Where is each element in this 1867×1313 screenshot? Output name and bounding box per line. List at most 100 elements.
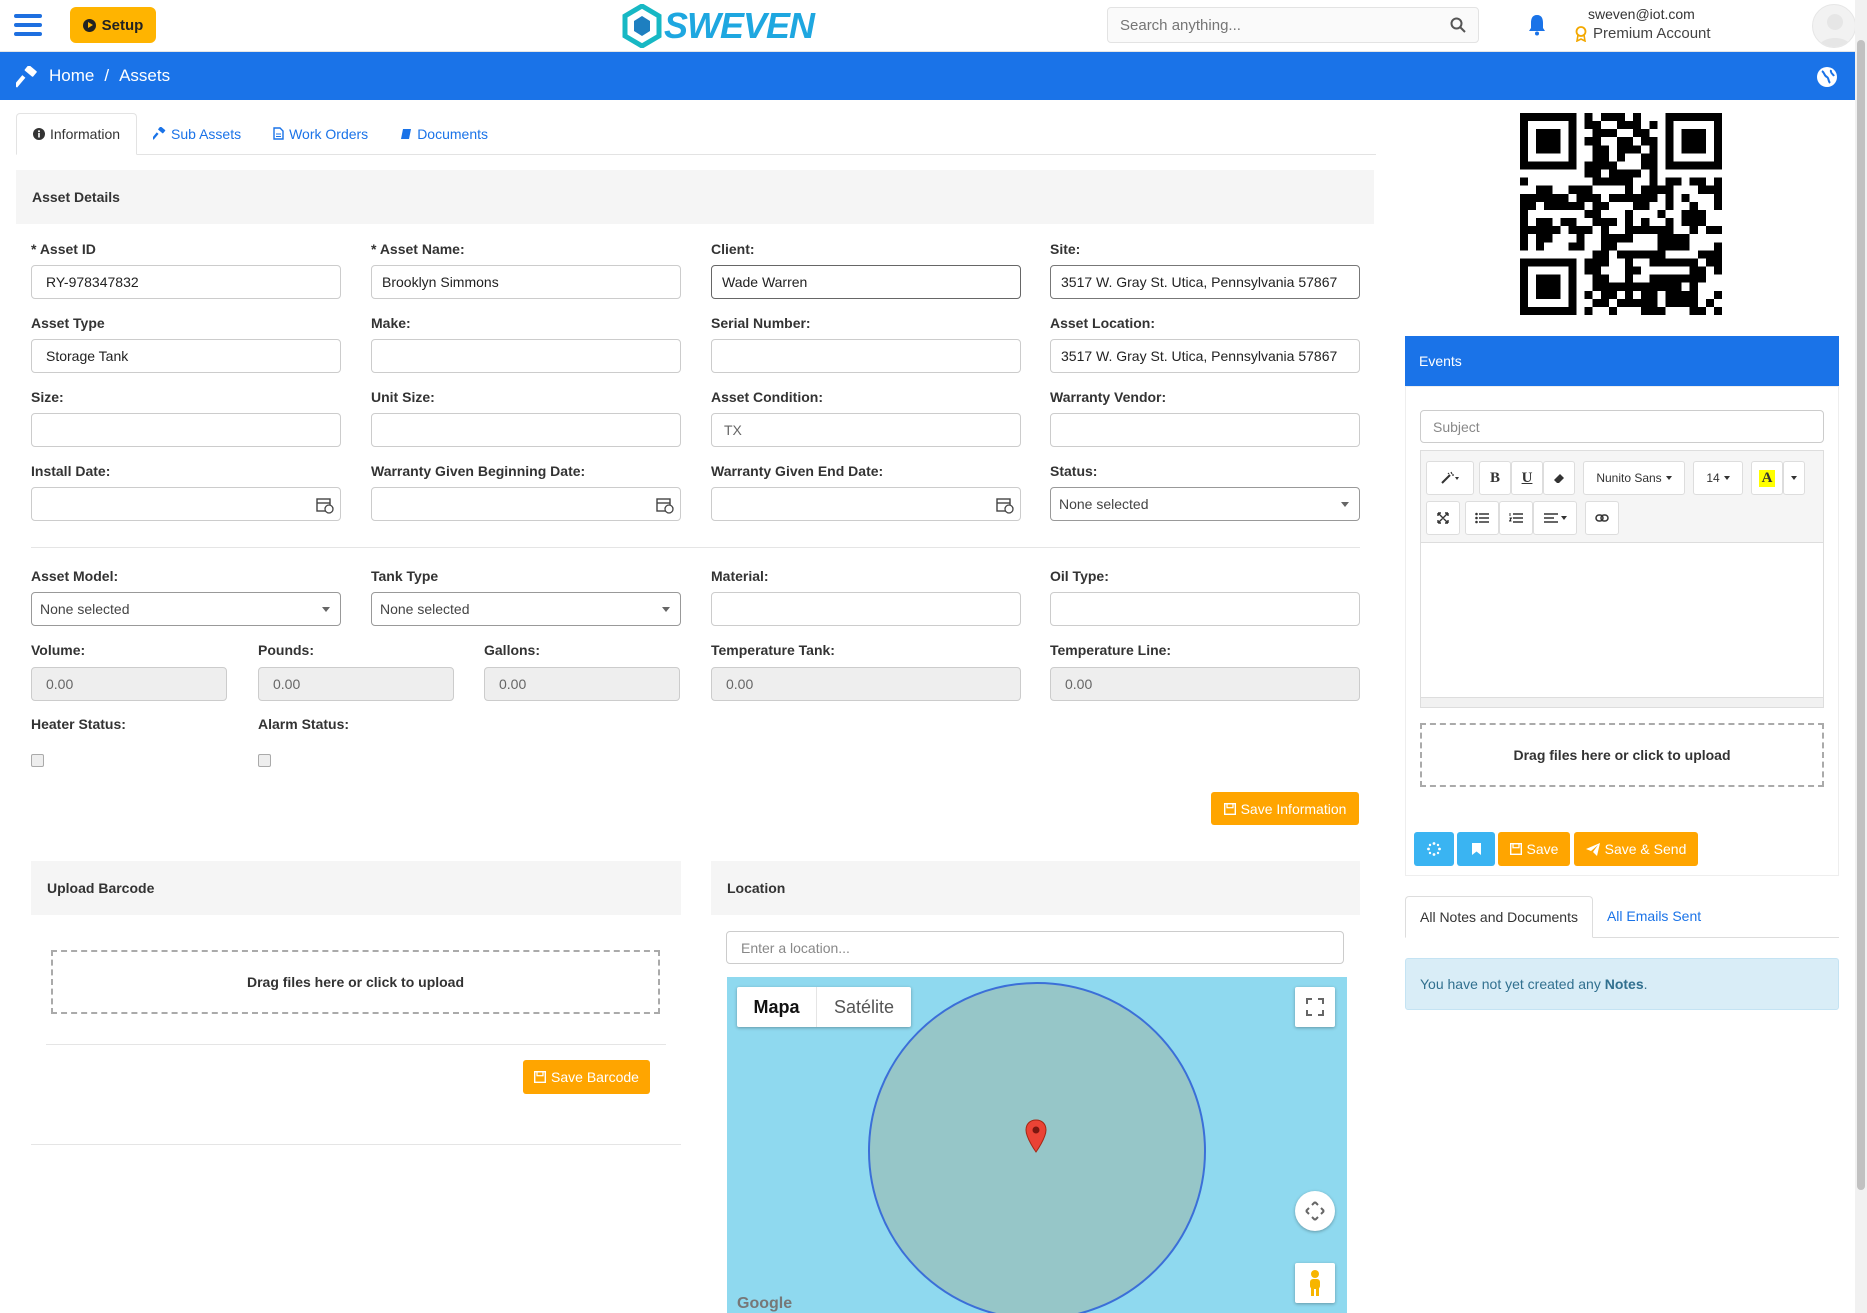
setup-label: Setup	[101, 16, 144, 34]
alarm-status-checkbox[interactable]	[258, 754, 271, 767]
warranty-vendor-input[interactable]	[1050, 413, 1360, 447]
bold-button[interactable]: B	[1479, 461, 1511, 495]
barcode-dropzone[interactable]: Drag files here or click to upload	[51, 950, 660, 1014]
heater-status-checkbox[interactable]	[31, 754, 44, 767]
globe-icon[interactable]	[1816, 66, 1838, 88]
pounds-input[interactable]: 0.00	[258, 667, 454, 701]
tab-label: Sub Assets	[171, 125, 242, 142]
logo[interactable]: SWEVEN	[622, 3, 815, 49]
client-input[interactable]: Wade Warren	[711, 265, 1021, 299]
editor-resize-handle[interactable]	[1421, 697, 1823, 707]
save-barcode-button[interactable]: Save Barcode	[523, 1060, 650, 1094]
save-and-send-button[interactable]: Save & Send	[1574, 832, 1698, 866]
spinner-icon[interactable]	[1414, 832, 1454, 866]
scrollbar-thumb[interactable]	[1857, 40, 1865, 1190]
map-pan-icon[interactable]	[1295, 1191, 1335, 1231]
asset-location-input[interactable]: 3517 W. Gray St. Utica, Pennsylvania 578…	[1050, 339, 1360, 373]
divider	[31, 1144, 681, 1145]
tank-type-label: Tank Type	[371, 568, 439, 584]
calendar-icon[interactable]	[656, 496, 674, 514]
eraser-icon[interactable]	[1543, 461, 1575, 495]
chevron-down-icon	[1341, 502, 1349, 507]
search-input[interactable]	[1108, 8, 1428, 42]
warranty-end-input[interactable]	[711, 487, 1021, 521]
bookmark-icon[interactable]	[1457, 832, 1495, 866]
notes-tabs: All Notes and Documents All Emails Sent	[1405, 896, 1839, 938]
warranty-begin-input[interactable]	[371, 487, 681, 521]
events-dropzone[interactable]: Drag files here or click to upload	[1420, 723, 1824, 787]
status-select[interactable]: None selected	[1050, 487, 1360, 521]
temperature-tank-input[interactable]: 0.00	[711, 667, 1021, 701]
save-information-button[interactable]: Save Information	[1211, 792, 1359, 825]
tab-work-orders[interactable]: Work Orders	[257, 113, 384, 154]
map[interactable]: Mapa Satélite Google	[727, 977, 1347, 1313]
magic-wand-icon[interactable]	[1426, 461, 1474, 495]
serial-number-input[interactable]	[711, 339, 1021, 373]
calendar-icon[interactable]	[996, 496, 1014, 514]
event-save-button[interactable]: Save	[1498, 832, 1570, 866]
oil-type-input[interactable]	[1050, 592, 1360, 626]
font-size-select[interactable]: 14	[1693, 461, 1743, 495]
tab-information[interactable]: Information	[16, 113, 138, 155]
size-input[interactable]	[31, 413, 341, 447]
save-icon	[1223, 802, 1236, 815]
bell-icon[interactable]	[1528, 14, 1546, 36]
fullscreen-icon[interactable]	[1295, 987, 1335, 1027]
pegman-icon[interactable]	[1295, 1263, 1335, 1303]
asset-type-label: Asset Type	[31, 315, 105, 331]
asset-condition-label: Asset Condition:	[711, 389, 823, 405]
map-marker-icon[interactable]	[1024, 1119, 1048, 1153]
tab-documents[interactable]: Documents	[384, 113, 504, 154]
breadcrumb-home[interactable]: Home	[49, 66, 94, 86]
search-icon[interactable]	[1450, 17, 1466, 33]
install-date-input[interactable]	[31, 487, 341, 521]
material-input[interactable]	[711, 592, 1021, 626]
tab-label: Documents	[417, 125, 488, 142]
site-input[interactable]: 3517 W. Gray St. Utica, Pennsylvania 578…	[1050, 265, 1360, 299]
asset-id-input[interactable]: RY-978347832	[31, 265, 341, 299]
underline-button[interactable]: U	[1511, 461, 1543, 495]
unordered-list-icon[interactable]	[1465, 501, 1499, 535]
asset-model-select[interactable]: None selected	[31, 592, 341, 626]
font-family-select[interactable]: Nunito Sans	[1583, 461, 1685, 495]
tab-sub-assets[interactable]: Sub Assets	[137, 113, 257, 154]
tank-type-value: None selected	[380, 601, 470, 617]
link-icon[interactable]	[1585, 501, 1619, 535]
gallons-input[interactable]: 0.00	[484, 667, 680, 701]
ordered-list-icon[interactable]	[1499, 501, 1533, 535]
tank-type-select[interactable]: None selected	[371, 592, 681, 626]
tab-all-notes[interactable]: All Notes and Documents	[1405, 896, 1593, 938]
asset-name-input[interactable]: Brooklyn Simmons	[371, 265, 681, 299]
tab-all-emails[interactable]: All Emails Sent	[1593, 896, 1715, 937]
avatar[interactable]	[1812, 4, 1856, 48]
asset-model-label: Asset Model:	[31, 568, 119, 584]
map-type-satellite[interactable]: Satélite	[817, 987, 911, 1027]
account-type: Premium Account	[1575, 25, 1711, 42]
align-icon[interactable]	[1533, 501, 1577, 535]
location-input[interactable]: Enter a location...	[726, 931, 1344, 964]
calendar-icon[interactable]	[316, 496, 334, 514]
breadcrumb-separator: /	[104, 66, 110, 85]
highlight-color-button[interactable]: A	[1751, 461, 1783, 495]
rich-text-editor[interactable]: B U Nunito Sans 14 A	[1420, 450, 1824, 708]
chevron-down-icon[interactable]	[1783, 461, 1805, 495]
search-box[interactable]	[1107, 7, 1479, 43]
temperature-line-input[interactable]: 0.00	[1050, 667, 1360, 701]
oil-type-label: Oil Type:	[1050, 568, 1109, 584]
map-type-map[interactable]: Mapa	[737, 987, 817, 1027]
notes-link[interactable]: Notes	[1605, 976, 1644, 992]
setup-button[interactable]: Setup	[70, 7, 156, 43]
divider	[46, 1044, 666, 1045]
site-label: Site:	[1050, 241, 1081, 257]
status-label: Status:	[1050, 463, 1098, 479]
subject-input[interactable]: Subject	[1420, 410, 1824, 443]
heater-status-label: Heater Status:	[31, 716, 126, 732]
menu-icon[interactable]	[14, 14, 42, 36]
unit-size-input[interactable]	[371, 413, 681, 447]
asset-type-select[interactable]: Storage Tank	[31, 339, 341, 373]
asset-condition-input[interactable]: TX	[711, 413, 1021, 447]
make-input[interactable]	[371, 339, 681, 373]
asset-model-value: None selected	[40, 601, 130, 617]
expand-icon[interactable]	[1426, 501, 1460, 535]
volume-input[interactable]: 0.00	[31, 667, 227, 701]
